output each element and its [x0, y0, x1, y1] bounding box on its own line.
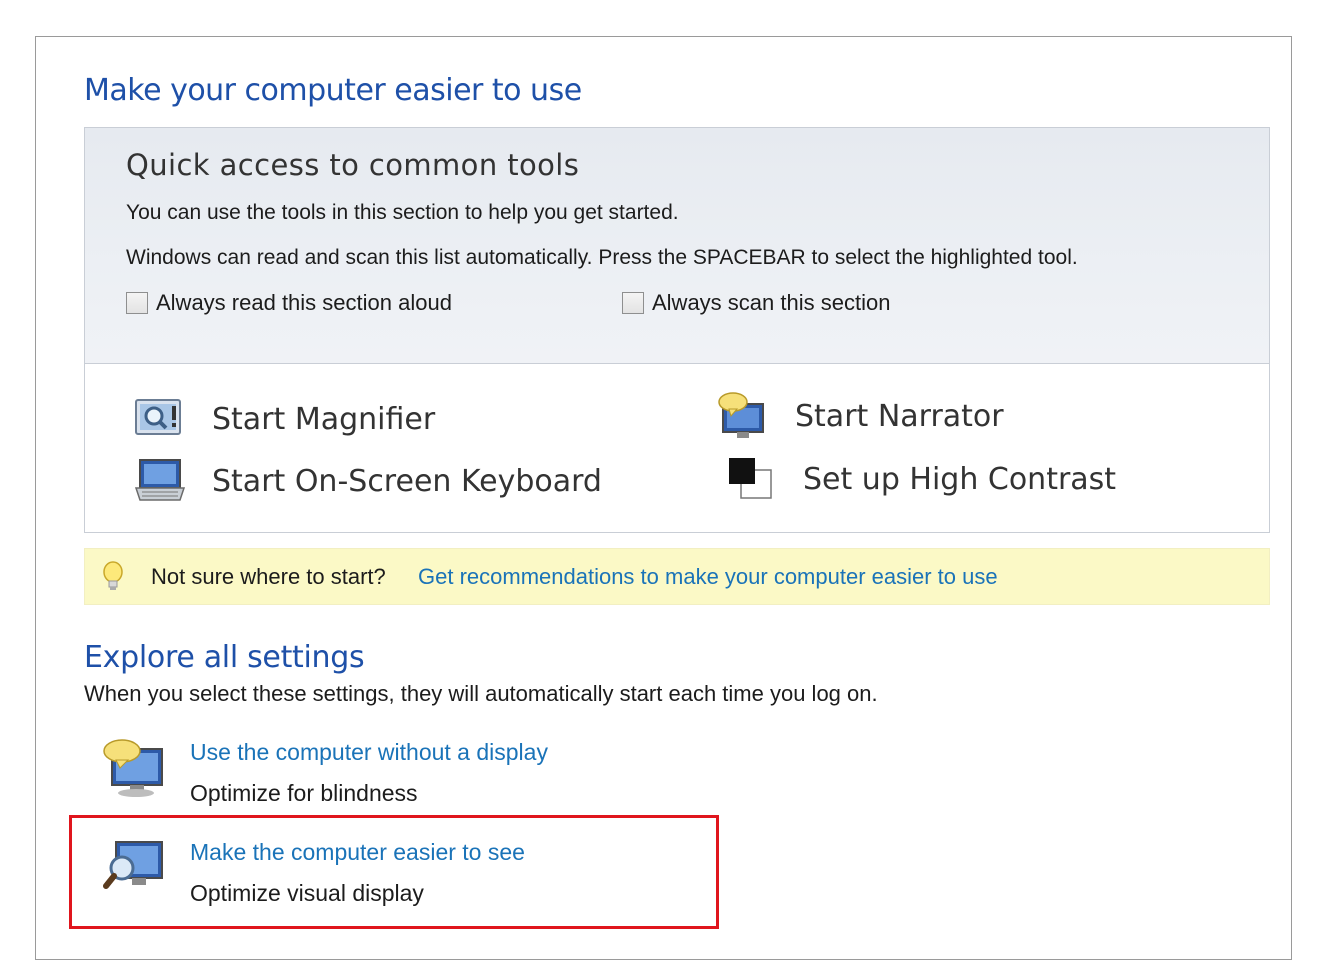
explore-settings-description: When you select these settings, they wil…: [84, 681, 878, 706]
quick-access-header: Quick access to common tools You can use…: [85, 128, 1269, 364]
start-narrator-tool[interactable]: Start Narrator: [717, 390, 1004, 442]
checkbox-box[interactable]: [126, 292, 148, 314]
always-scan-checkbox[interactable]: Always scan this section: [622, 290, 890, 316]
speech-monitor-icon[interactable]: [100, 735, 170, 806]
narrator-icon: [717, 390, 769, 442]
page-title: Make your computer easier to use: [84, 73, 582, 108]
optimize-for-blindness-label: Optimize for blindness: [190, 780, 418, 806]
always-scan-label[interactable]: Always scan this section: [652, 290, 890, 316]
set-up-high-contrast-tool[interactable]: Set up High Contrast: [727, 456, 1116, 502]
recommendation-tip-bar: Not sure where to start? Get recommendat…: [84, 548, 1270, 605]
use-computer-without-display-link[interactable]: Use the computer without a display: [190, 739, 548, 766]
set-up-high-contrast-label[interactable]: Set up High Contrast: [803, 462, 1116, 497]
start-magnifier-tool[interactable]: Start Magnifier: [134, 396, 435, 442]
tip-text: Not sure where to start?: [151, 564, 386, 589]
start-onscreen-keyboard-tool[interactable]: Start On-Screen Keyboard: [134, 458, 602, 504]
high-contrast-icon: [727, 456, 775, 502]
quick-access-title: Quick access to common tools: [126, 148, 580, 182]
get-recommendations-link[interactable]: Get recommendations to make your compute…: [418, 564, 998, 590]
checkbox-box[interactable]: [622, 292, 644, 314]
start-onscreen-keyboard-label[interactable]: Start On-Screen Keyboard: [212, 464, 602, 499]
lightbulb-icon: [101, 561, 125, 598]
quick-access-panel: Quick access to common tools You can use…: [84, 127, 1270, 533]
explore-all-settings-heading: Explore all settings: [84, 640, 365, 675]
quick-access-intro: You can use the tools in this section to…: [126, 201, 679, 224]
magnifier-icon: [134, 396, 186, 442]
start-narrator-label[interactable]: Start Narrator: [795, 399, 1004, 434]
always-read-aloud-label[interactable]: Always read this section aloud: [156, 290, 452, 316]
highlight-box: [69, 815, 719, 929]
quick-access-scan-info: Windows can read and scan this list auto…: [126, 246, 1078, 269]
start-magnifier-label[interactable]: Start Magnifier: [212, 402, 435, 437]
always-read-aloud-checkbox[interactable]: Always read this section aloud: [126, 290, 452, 316]
keyboard-icon: [134, 458, 186, 504]
